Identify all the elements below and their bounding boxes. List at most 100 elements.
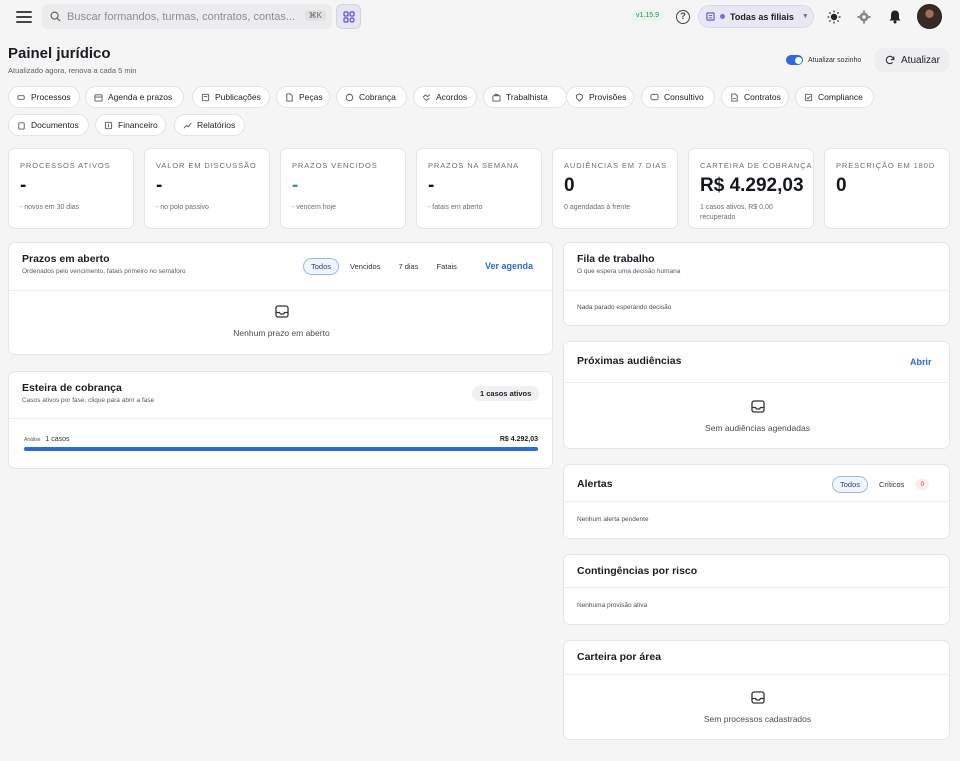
kpi-card[interactable]: Prazos vencidos - - vencem hoje [280,148,406,229]
alert-filter-todos[interactable]: Todos [832,476,869,493]
filter-fatais[interactable]: Fatais [429,259,463,274]
kpi-label: Prazos na semana [428,161,520,170]
kpi-card[interactable]: Prazos na semana - - fatais em aberto [416,148,542,229]
stage-progress-track [24,447,538,451]
audiencias-open-button[interactable]: Abrir [910,357,932,367]
tab-financeiro[interactable]: Financeiro [95,114,166,136]
kpi-value: - [20,175,27,196]
finance-icon [104,121,113,130]
alertas-empty-text: Nenhum alerta pendente [577,516,649,523]
tab-label: Contratos [744,92,781,102]
kpi-sub: 1 casos ativos, R$ 0,00 recuperado [700,204,773,221]
refresh-label: Atualizar [901,54,940,66]
tab-label: Peças [299,92,323,102]
page-subtitle: Atualizado agora, renova a cada 5 min [8,66,137,75]
checklist-icon [804,93,813,102]
branch-dot [720,14,725,19]
kpi-label: Valor em discussão [156,161,257,170]
kpi-value: R$ 4.292,03 [700,175,804,196]
tab-publicacoes[interactable]: Publicações [192,86,270,108]
carteira-header: Carteira por área [564,641,949,675]
kpi-card[interactable]: Carteira de cobrança R$ 4.292,03 1 casos a… [688,148,814,229]
kpi-card[interactable]: Processos ativos - - novos em 30 dias [8,148,134,229]
tab-processos[interactable]: Processos [8,86,80,108]
tab-documentos[interactable]: Documentos [8,114,89,136]
search-box[interactable]: ⌘K [42,4,332,29]
fila-empty-text: Nada parado esperando decisão [577,304,672,311]
prazos-empty-text: Nenhum prazo em aberto [233,328,330,338]
carteira-empty-state: Sem processos cadastrados [564,691,949,724]
esteira-title: Esteira de cobrança [22,382,122,394]
audiencias-empty-state: Sem audiências agendadas [564,400,949,433]
branch-label: Todas as filiais [730,11,794,22]
kpi-value: - [156,175,163,196]
prazos-header: Prazos em aberto Ordenados pelo vencimen… [9,243,552,291]
document-icon [285,92,294,102]
auto-update-toggle[interactable] [786,55,803,65]
inbox-icon [750,691,765,704]
kpi-sub: - fatais em aberto [428,204,483,211]
tab-label: Processos [31,92,71,102]
refresh-button[interactable]: Atualizar [875,48,949,72]
inbox-icon [274,305,289,318]
tab-label: Financeiro [118,120,158,130]
search-input[interactable] [67,10,307,23]
fila-title: Fila de trabalho [577,253,655,265]
search-shortcut: ⌘K [304,10,326,21]
tab-agenda-e-prazos[interactable]: Agenda e prazos [85,86,184,108]
alertas-header: Alertas Todos Críticos 0 [564,465,949,502]
audiencias-title: Próximas audiências [577,355,682,367]
search-icon [50,11,61,22]
handshake-icon [422,93,431,102]
alert-filter-criticos[interactable]: Críticos [872,477,911,492]
audiencias-header: Próximas audiências Abrir [564,342,949,383]
tab-acordos[interactable]: Acordos [413,86,477,108]
tab-compliance[interactable]: Compliance [795,86,874,108]
tab-cobranca[interactable]: Cobrança [336,86,407,108]
kpi-card[interactable]: Audiências em 7 dias 0 0 agendadas à frent… [552,148,678,229]
stage-count: 1 casos [45,436,70,443]
top-bar: ⌘K v1.15.9 ? Todas as filiais ▼ [0,0,960,34]
contingencias-header: Contingências por risco [564,555,949,588]
sun-icon[interactable] [827,10,841,24]
tab-relatorios[interactable]: Relatórios [174,114,245,136]
shield-icon [575,92,584,102]
kpi-card[interactable]: Valor em discussão - - no polo passivo [144,148,270,229]
contingencias-empty-text: Nenhuma provisão ativa [577,602,648,609]
briefcase-icon [492,93,501,102]
kpi-label: Carteira de cobrança [700,161,813,170]
chart-icon [183,121,192,130]
branch-selector[interactable]: Todas as filiais ▼ [698,5,814,28]
kpi-value: - [292,175,299,196]
kpi-value: 0 [836,175,847,196]
tab-pecas[interactable]: Peças [276,86,330,108]
filter-todos[interactable]: Todos [303,258,340,275]
kpi-value: 0 [564,175,575,196]
user-avatar[interactable] [917,4,942,29]
money-icon [345,93,354,102]
bell-icon[interactable] [888,9,902,24]
tab-contratos[interactable]: Contratos [721,86,789,108]
esteira-card: Esteira de cobrança Casos ativos por fas… [8,371,553,469]
audiencias-empty-text: Sem audiências agendadas [705,423,810,433]
hamburger-menu-icon[interactable] [14,8,34,26]
filter-vencidos[interactable]: Vencidos [343,259,387,274]
tab-trabalhista[interactable]: Trabalhista [483,86,567,108]
esteira-header: Esteira de cobrança Casos ativos por fas… [9,372,552,419]
carteira-title: Carteira por área [577,651,662,663]
apps-grid-button[interactable] [336,4,361,29]
ver-agenda-link[interactable]: Ver agenda [485,261,533,271]
tab-label: Provisões [589,92,627,102]
tab-label: Compliance [818,92,863,102]
help-icon[interactable]: ? [676,10,690,24]
contingencias-card: Contingências por risco Nenhuma provisão… [563,554,950,625]
filter-7-dias[interactable]: 7 dias [391,259,425,274]
tab-label: Publicações [215,92,261,102]
kpi-card[interactable]: Prescrição em 180d 0 [824,148,950,229]
gear-icon[interactable] [857,10,871,24]
prazos-filters: Todos Vencidos 7 dias Fatais [303,258,468,275]
kpi-label: Audiências em 7 dias [564,161,668,170]
tab-consultivo[interactable]: Consultivo [641,86,715,108]
esteira-stage-row[interactable]: Análise 1 casos R$ 4.292,03 [24,436,538,451]
tab-provisoes[interactable]: Provisões [566,86,634,108]
